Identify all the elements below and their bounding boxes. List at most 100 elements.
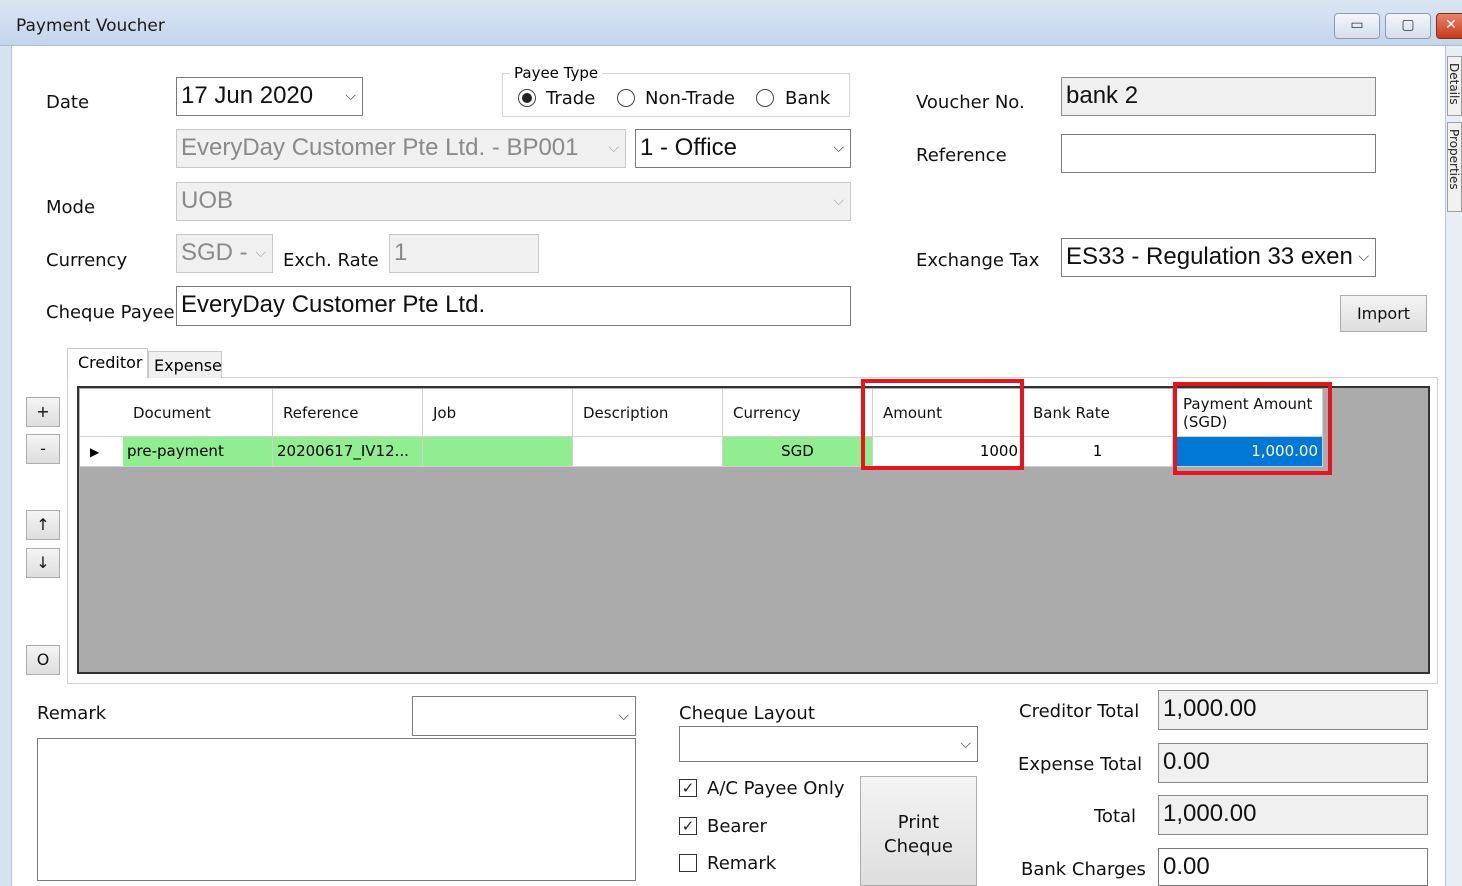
bearer-checkbox[interactable]: ✓: [679, 817, 697, 835]
tab-expense[interactable]: Expense: [148, 351, 222, 378]
add-row-button[interactable]: +: [26, 397, 60, 427]
checkmark-icon: ✓: [681, 817, 695, 835]
col-header-bank-rate[interactable]: Bank Rate: [1023, 389, 1173, 437]
payee-select[interactable]: EveryDay Customer Pte Ltd. - BP001 ⌵: [176, 129, 626, 168]
cell-job[interactable]: [423, 437, 573, 467]
exchange-tax-select[interactable]: ES33 - Regulation 33 exen ⌵: [1061, 238, 1376, 277]
voucher-no-input[interactable]: bank 2: [1061, 77, 1376, 116]
window-frame-left: [0, 46, 12, 886]
maximize-button[interactable]: ▢: [1385, 13, 1431, 39]
creditor-total-value: 1,000.00: [1163, 695, 1257, 722]
bank-charges-value: 0.00: [1163, 853, 1210, 880]
chevron-down-icon: ⌵: [345, 88, 356, 104]
payee-type-bank-radio[interactable]: [756, 89, 774, 107]
chevron-down-icon: ⌵: [608, 140, 619, 156]
payee-type-nontrade-label: Non-Trade: [645, 88, 736, 109]
exch-rate-input[interactable]: 1: [389, 234, 539, 273]
office-select[interactable]: 1 - Office ⌵: [635, 129, 851, 168]
payee-type-nontrade-radio[interactable]: [617, 89, 635, 107]
date-value: 17 Jun 2020: [181, 82, 314, 109]
currency-label: Currency: [46, 250, 128, 271]
cell-document[interactable]: pre-payment: [123, 437, 273, 467]
cheque-payee-input[interactable]: EveryDay Customer Pte Ltd.: [176, 286, 851, 326]
payee-type-trade-radio[interactable]: [518, 89, 536, 107]
currency-select[interactable]: SGD - ⌵: [176, 234, 273, 273]
date-picker[interactable]: 17 Jun 2020 ⌵: [176, 77, 363, 116]
total-input[interactable]: 1,000.00: [1158, 795, 1428, 835]
chevron-down-icon: ⌵: [1358, 239, 1369, 276]
payee-type-bank-label: Bank: [785, 88, 831, 109]
chevron-down-icon: ⌵: [833, 193, 844, 209]
remark-checkbox[interactable]: [679, 854, 697, 872]
remove-row-button[interactable]: -: [26, 434, 60, 464]
cheque-payee-label: Cheque Payee: [46, 302, 175, 323]
cell-reference[interactable]: 20200617_IV12...: [273, 437, 423, 467]
close-icon: ✕: [1445, 17, 1457, 33]
cell-bank-rate[interactable]: 1: [1023, 437, 1173, 467]
side-tab-details[interactable]: Details: [1447, 56, 1462, 116]
annotation-highlight-payment-amount: [1173, 382, 1332, 475]
remark-textarea[interactable]: [37, 738, 636, 881]
ac-payee-only-checkbox[interactable]: ✓: [679, 779, 697, 797]
currency-value: SGD -: [181, 239, 248, 266]
payee-type-trade-label: Trade: [546, 88, 596, 109]
mode-select[interactable]: UOB ⌵: [176, 182, 851, 221]
bearer-label: Bearer: [707, 816, 767, 837]
total-value: 1,000.00: [1163, 800, 1257, 827]
cell-currency[interactable]: SGD: [723, 437, 873, 467]
expense-total-input[interactable]: 0.00: [1158, 743, 1428, 783]
print-cheque-button[interactable]: Print Cheque: [860, 776, 977, 886]
minus-icon: -: [40, 439, 46, 458]
expense-total-value: 0.00: [1163, 748, 1210, 775]
ac-payee-only-label: A/C Payee Only: [707, 778, 845, 799]
tab-creditor[interactable]: Creditor: [67, 348, 148, 378]
exchange-tax-value: ES33 - Regulation 33 exen: [1066, 243, 1353, 270]
col-header-description[interactable]: Description: [573, 389, 723, 437]
col-header-job[interactable]: Job: [423, 389, 573, 437]
bank-charges-label: Bank Charges: [1021, 859, 1146, 880]
exch-rate-label: Exch. Rate: [283, 250, 379, 271]
bank-charges-input[interactable]: 0.00: [1158, 848, 1428, 886]
close-button[interactable]: ✕: [1436, 13, 1462, 39]
circle-icon: O: [36, 650, 50, 669]
remark-label: Remark: [37, 703, 107, 724]
checkmark-icon: ✓: [681, 779, 695, 797]
window-title: Payment Voucher: [16, 16, 165, 36]
cheque-layout-label: Cheque Layout: [679, 703, 815, 724]
payee-value: EveryDay Customer Pte Ltd. - BP001: [181, 134, 579, 161]
remark-select[interactable]: ⌵: [412, 696, 636, 736]
creditor-total-input[interactable]: 1,000.00: [1158, 690, 1428, 730]
reference-input[interactable]: [1061, 134, 1376, 173]
cell-description[interactable]: [573, 437, 723, 467]
minimize-button[interactable]: ▭: [1334, 13, 1380, 39]
grid-corner: [80, 389, 124, 437]
chevron-down-icon: ⌵: [618, 708, 629, 724]
expense-total-label: Expense Total: [1018, 754, 1143, 775]
office-value: 1 - Office: [640, 134, 737, 161]
payee-type-title: Payee Type: [510, 64, 603, 82]
col-header-reference[interactable]: Reference: [273, 389, 423, 437]
mode-value: UOB: [181, 187, 234, 214]
arrow-down-icon: ↓: [36, 553, 50, 572]
import-button[interactable]: Import: [1340, 295, 1427, 332]
side-tab-properties[interactable]: Properties: [1447, 122, 1462, 212]
move-down-button[interactable]: ↓: [26, 548, 60, 578]
mode-label: Mode: [46, 197, 96, 218]
remark-checkbox-label: Remark: [707, 853, 777, 874]
move-up-button[interactable]: ↑: [26, 510, 60, 540]
total-label: Total: [1094, 806, 1137, 827]
exchange-tax-label: Exchange Tax: [916, 250, 1040, 271]
col-header-currency[interactable]: Currency: [723, 389, 873, 437]
arrow-up-icon: ↑: [36, 515, 50, 534]
cheque-payee-value: EveryDay Customer Pte Ltd.: [181, 291, 486, 318]
maximize-icon: ▢: [1401, 17, 1415, 33]
col-header-document[interactable]: Document: [123, 389, 273, 437]
annotation-highlight-amount: [861, 379, 1024, 470]
cheque-layout-select[interactable]: ⌵: [679, 726, 978, 762]
row-selector[interactable]: ▶: [80, 437, 124, 467]
voucher-no-label: Voucher No.: [916, 92, 1025, 113]
chevron-down-icon: ⌵: [960, 736, 971, 752]
chevron-down-icon: ⌵: [833, 140, 844, 156]
chevron-down-icon: ⌵: [255, 245, 266, 261]
option-button[interactable]: O: [26, 645, 60, 675]
